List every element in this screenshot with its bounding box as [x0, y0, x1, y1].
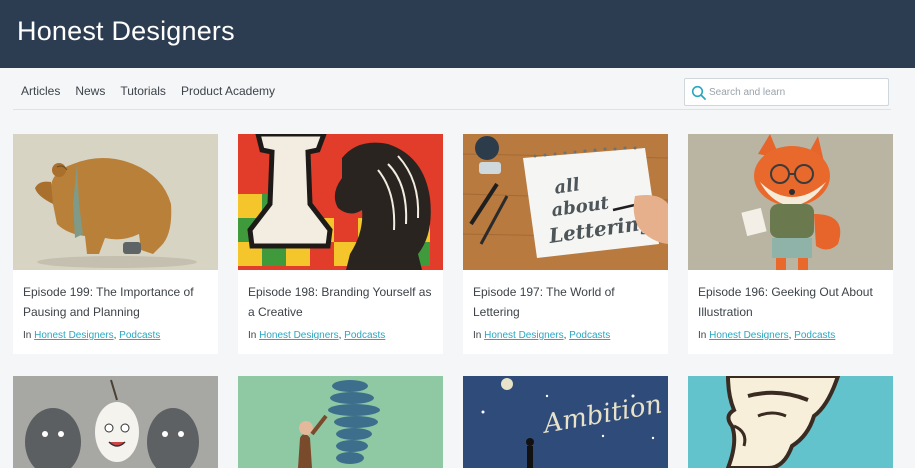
article-card-episode-197[interactable]: all about Lettering Episode 197: The Wor…	[463, 134, 668, 354]
category-link-honest-designers[interactable]: Honest Designers	[259, 330, 338, 341]
category-separator: ,	[563, 330, 567, 341]
card-title[interactable]: Episode 197: The World of Lettering	[473, 282, 661, 322]
site-title[interactable]: Honest Designers	[17, 16, 235, 47]
article-card-episode-196[interactable]: Episode 196: Geeking Out About Illustrat…	[688, 134, 893, 354]
nav-link-tutorials[interactable]: Tutorials	[120, 84, 166, 98]
search-input[interactable]	[709, 82, 885, 102]
card-meta: In Honest Designers, Podcasts	[698, 330, 835, 341]
category-link-podcasts[interactable]: Podcasts	[569, 330, 610, 341]
card-meta-prefix: In	[248, 330, 257, 341]
site-header: Honest Designers	[0, 0, 915, 68]
category-separator: ,	[338, 330, 342, 341]
nav-divider	[13, 109, 891, 110]
card-image-tower[interactable]	[238, 376, 443, 468]
card-image-ambition[interactable]: Ambition	[463, 376, 668, 468]
card-title[interactable]: Episode 199: The Importance of Pausing a…	[23, 282, 211, 322]
category-link-podcasts[interactable]: Podcasts	[794, 330, 835, 341]
article-card-episode-198[interactable]: Episode 198: Branding Yourself as a Crea…	[238, 134, 443, 354]
category-link-honest-designers[interactable]: Honest Designers	[34, 330, 113, 341]
category-link-podcasts[interactable]: Podcasts	[119, 330, 160, 341]
card-meta-prefix: In	[23, 330, 32, 341]
card-meta-prefix: In	[698, 330, 707, 341]
card-meta-prefix: In	[473, 330, 482, 341]
card-image-lettering[interactable]: all about Lettering	[463, 134, 668, 270]
nav-link-articles[interactable]: Articles	[21, 84, 60, 98]
card-meta: In Honest Designers, Podcasts	[248, 330, 385, 341]
nav-link-news[interactable]: News	[75, 84, 105, 98]
category-link-honest-designers[interactable]: Honest Designers	[709, 330, 788, 341]
search-icon[interactable]	[691, 85, 707, 101]
card-meta: In Honest Designers, Podcasts	[23, 330, 160, 341]
card-image-face[interactable]	[688, 376, 893, 468]
lettering-word-1: all	[553, 174, 581, 198]
card-image-bear[interactable]	[13, 134, 218, 270]
search-box[interactable]	[684, 78, 889, 106]
card-image-pears[interactable]	[13, 376, 218, 468]
nav-link-product-academy[interactable]: Product Academy	[181, 84, 275, 98]
card-image-chess[interactable]	[238, 134, 443, 270]
card-image-fox[interactable]	[688, 134, 893, 270]
category-separator: ,	[113, 330, 117, 341]
article-card-episode-199[interactable]: Episode 199: The Importance of Pausing a…	[13, 134, 218, 354]
card-title[interactable]: Episode 198: Branding Yourself as a Crea…	[248, 282, 436, 322]
nav-links: Articles News Tutorials Product Academy	[21, 84, 290, 98]
category-link-honest-designers[interactable]: Honest Designers	[484, 330, 563, 341]
card-title[interactable]: Episode 196: Geeking Out About Illustrat…	[698, 282, 886, 322]
category-link-podcasts[interactable]: Podcasts	[344, 330, 385, 341]
category-separator: ,	[788, 330, 792, 341]
card-meta: In Honest Designers, Podcasts	[473, 330, 610, 341]
